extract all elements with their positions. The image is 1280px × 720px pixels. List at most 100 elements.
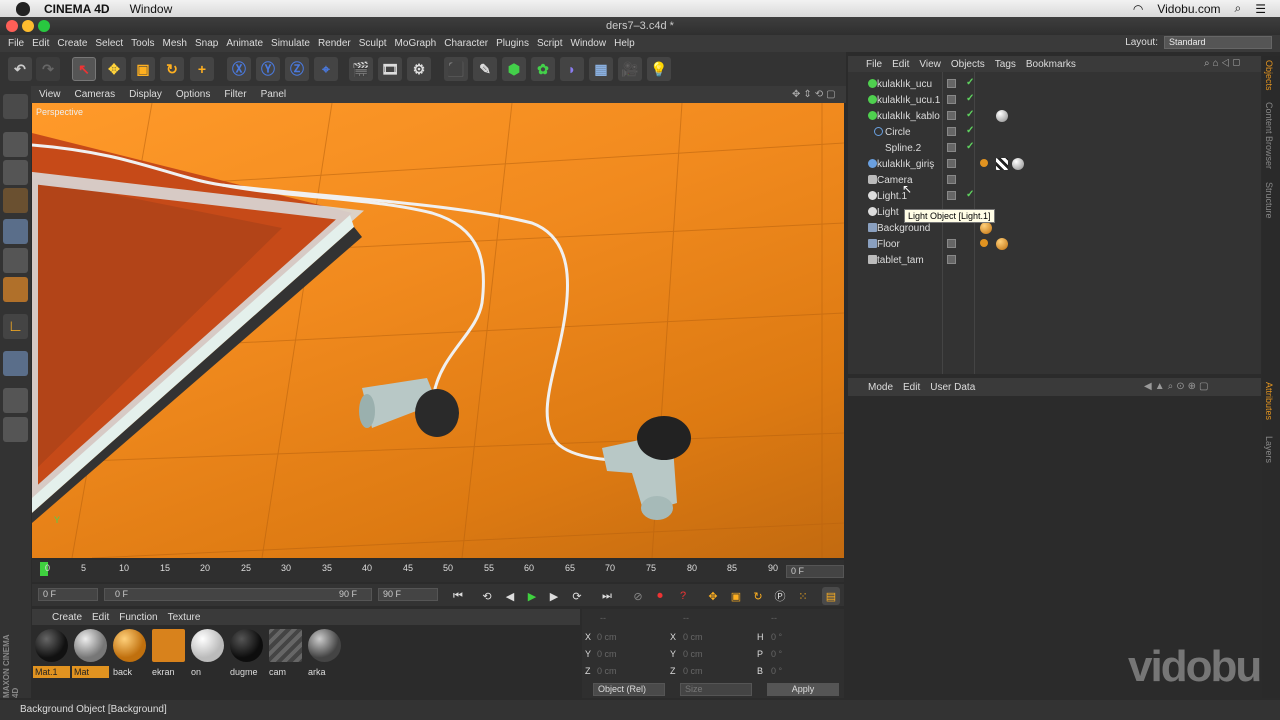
3d-viewport[interactable]: Y [32,103,844,558]
camera-icon[interactable]: 🎥 [618,57,642,81]
menu-edit[interactable]: Edit [32,38,49,49]
list-icon[interactable]: ☰ [1255,2,1266,16]
enabled-check-icon[interactable]: ✓ [966,189,974,200]
object-row[interactable]: Spline.2 ✓ [850,140,1260,156]
previous-key-icon[interactable]: ⟲ [478,587,496,605]
menu-script[interactable]: Script [537,38,563,49]
size-z-field[interactable]: 0 cm [683,666,703,676]
points-mode-icon[interactable] [3,219,28,244]
model-mode-icon[interactable] [3,132,28,157]
scale-tool-icon[interactable]: ▣ [131,57,155,81]
workplane-icon[interactable] [3,188,28,213]
coordinate-mode-dropdown[interactable]: Object (Rel) [593,683,665,696]
spline-pen-icon[interactable]: ✎ [473,57,497,81]
texture-tag-icon[interactable] [996,158,1008,170]
current-frame-field[interactable]: 0 F [786,565,844,578]
snap-icon[interactable] [3,351,28,376]
material-swatch[interactable]: arka [306,629,343,678]
cube-icon[interactable]: ⬛ [444,57,468,81]
size-x-field[interactable]: 0 cm [683,632,703,642]
object-row[interactable]: kulaklık_ucu.1 ✓ [850,92,1260,108]
enabled-check-icon[interactable]: ✓ [966,125,974,136]
polygons-mode-icon[interactable] [3,277,28,302]
material-tag-icon[interactable] [996,238,1008,250]
tab-structure[interactable]: Structure [1264,182,1274,219]
menu-render[interactable]: Render [318,38,351,49]
edges-mode-icon[interactable] [3,248,28,273]
move-tool-icon[interactable]: ✥ [102,57,126,81]
enabled-check-icon[interactable]: ✓ [966,141,974,152]
record-icon[interactable]: ⏺ [651,587,669,605]
apply-button[interactable]: Apply [767,683,839,696]
menu-select[interactable]: Select [95,38,123,49]
position-y-field[interactable]: 0 cm [597,649,617,659]
rotate-tool-icon[interactable]: ↻ [160,57,184,81]
size-mode-dropdown[interactable]: Size [680,683,752,696]
render-picture-viewer-icon[interactable]: 🎞 [378,57,402,81]
enabled-check-icon[interactable]: ✓ [966,93,974,104]
minimize-window-button[interactable] [22,20,34,32]
material-menu-edit[interactable]: Edit [92,612,109,623]
rotation-h-field[interactable]: 0 ° [771,632,782,642]
phong-tag-icon[interactable] [980,159,988,167]
close-window-button[interactable] [6,20,18,32]
material-tag-icon[interactable] [980,222,992,234]
play-icon[interactable]: ▶ [523,587,541,605]
subdivision-icon[interactable]: ⬢ [502,57,526,81]
material-menu-create[interactable]: Create [52,612,82,623]
position-x-field[interactable]: 0 cm [597,632,617,642]
material-swatch[interactable]: ekran [150,629,187,678]
layout-dropdown[interactable]: Standard [1164,36,1272,49]
object-row[interactable]: Circle ✓ [850,124,1260,140]
deformer-icon[interactable]: ◗ [560,57,584,81]
object-row[interactable]: kulaklık_ucu ✓ [850,76,1260,92]
next-frame-icon[interactable]: ▶ [545,587,563,605]
tab-attributes[interactable]: Attributes [1264,382,1274,420]
go-to-start-icon[interactable]: ⏮ [449,587,467,605]
select-tool-icon[interactable]: ↖ [72,57,96,81]
window-menu[interactable]: Window [130,2,173,16]
texture-mode-icon[interactable] [3,160,28,185]
maximize-window-button[interactable] [38,20,50,32]
object-row[interactable]: tablet_tam [850,252,1260,268]
floor-icon[interactable]: ▦ [589,57,613,81]
start-frame-field[interactable]: 0 F [38,588,98,601]
render-view-icon[interactable]: 🎬 [349,57,373,81]
viewport-menu-options[interactable]: Options [176,89,210,100]
x-axis-icon[interactable]: Ⓧ [227,57,251,81]
viewport-menu-cameras[interactable]: Cameras [75,89,116,100]
viewport-nav-icons[interactable]: ✥⇕⟲▢ [792,89,839,100]
attribute-nav-icons[interactable]: ◀▲⌕⊙⊕▢ [1144,381,1211,392]
menu-create[interactable]: Create [57,38,87,49]
material-tag-icon[interactable] [1012,158,1024,170]
render-settings-icon[interactable]: ⚙ [407,57,431,81]
array-icon[interactable]: ✿ [531,57,555,81]
menu-help[interactable]: Help [614,38,635,49]
key-position-icon[interactable]: ✥ [704,587,722,605]
timeline-window-icon[interactable]: ▤ [822,587,840,605]
material-swatch[interactable]: back [111,629,148,678]
material-swatch[interactable]: dugme [228,629,265,678]
end-frame-field[interactable]: 90 F [378,588,438,601]
menu-mograph[interactable]: MoGraph [395,38,437,49]
menu-tools[interactable]: Tools [131,38,154,49]
key-scale-icon[interactable]: ▣ [727,587,745,605]
attribute-menu-mode[interactable]: Mode [868,382,893,393]
preview-range-slider[interactable]: 0 F 90 F [104,588,372,601]
object-row[interactable]: kulaklık_giriş [850,156,1260,172]
key-parameter-icon[interactable]: Ⓟ [771,587,789,605]
menu-simulate[interactable]: Simulate [271,38,310,49]
material-menu-function[interactable]: Function [119,612,157,623]
key-pla-icon[interactable]: ⁙ [794,587,812,605]
previous-frame-icon[interactable]: ◀ [501,587,519,605]
position-z-field[interactable]: 0 cm [597,666,617,676]
live-select-icon[interactable]: + [190,57,214,81]
material-swatch[interactable]: cam [267,629,304,678]
tab-objects[interactable]: Objects [1264,60,1274,91]
menu-file[interactable]: File [8,38,24,49]
lock-workplane-icon[interactable] [3,417,28,442]
object-row[interactable]: Floor [850,236,1260,252]
apple-icon[interactable] [16,1,30,16]
object-menu-file[interactable]: File [866,59,882,70]
enabled-check-icon[interactable]: ✓ [966,109,974,120]
